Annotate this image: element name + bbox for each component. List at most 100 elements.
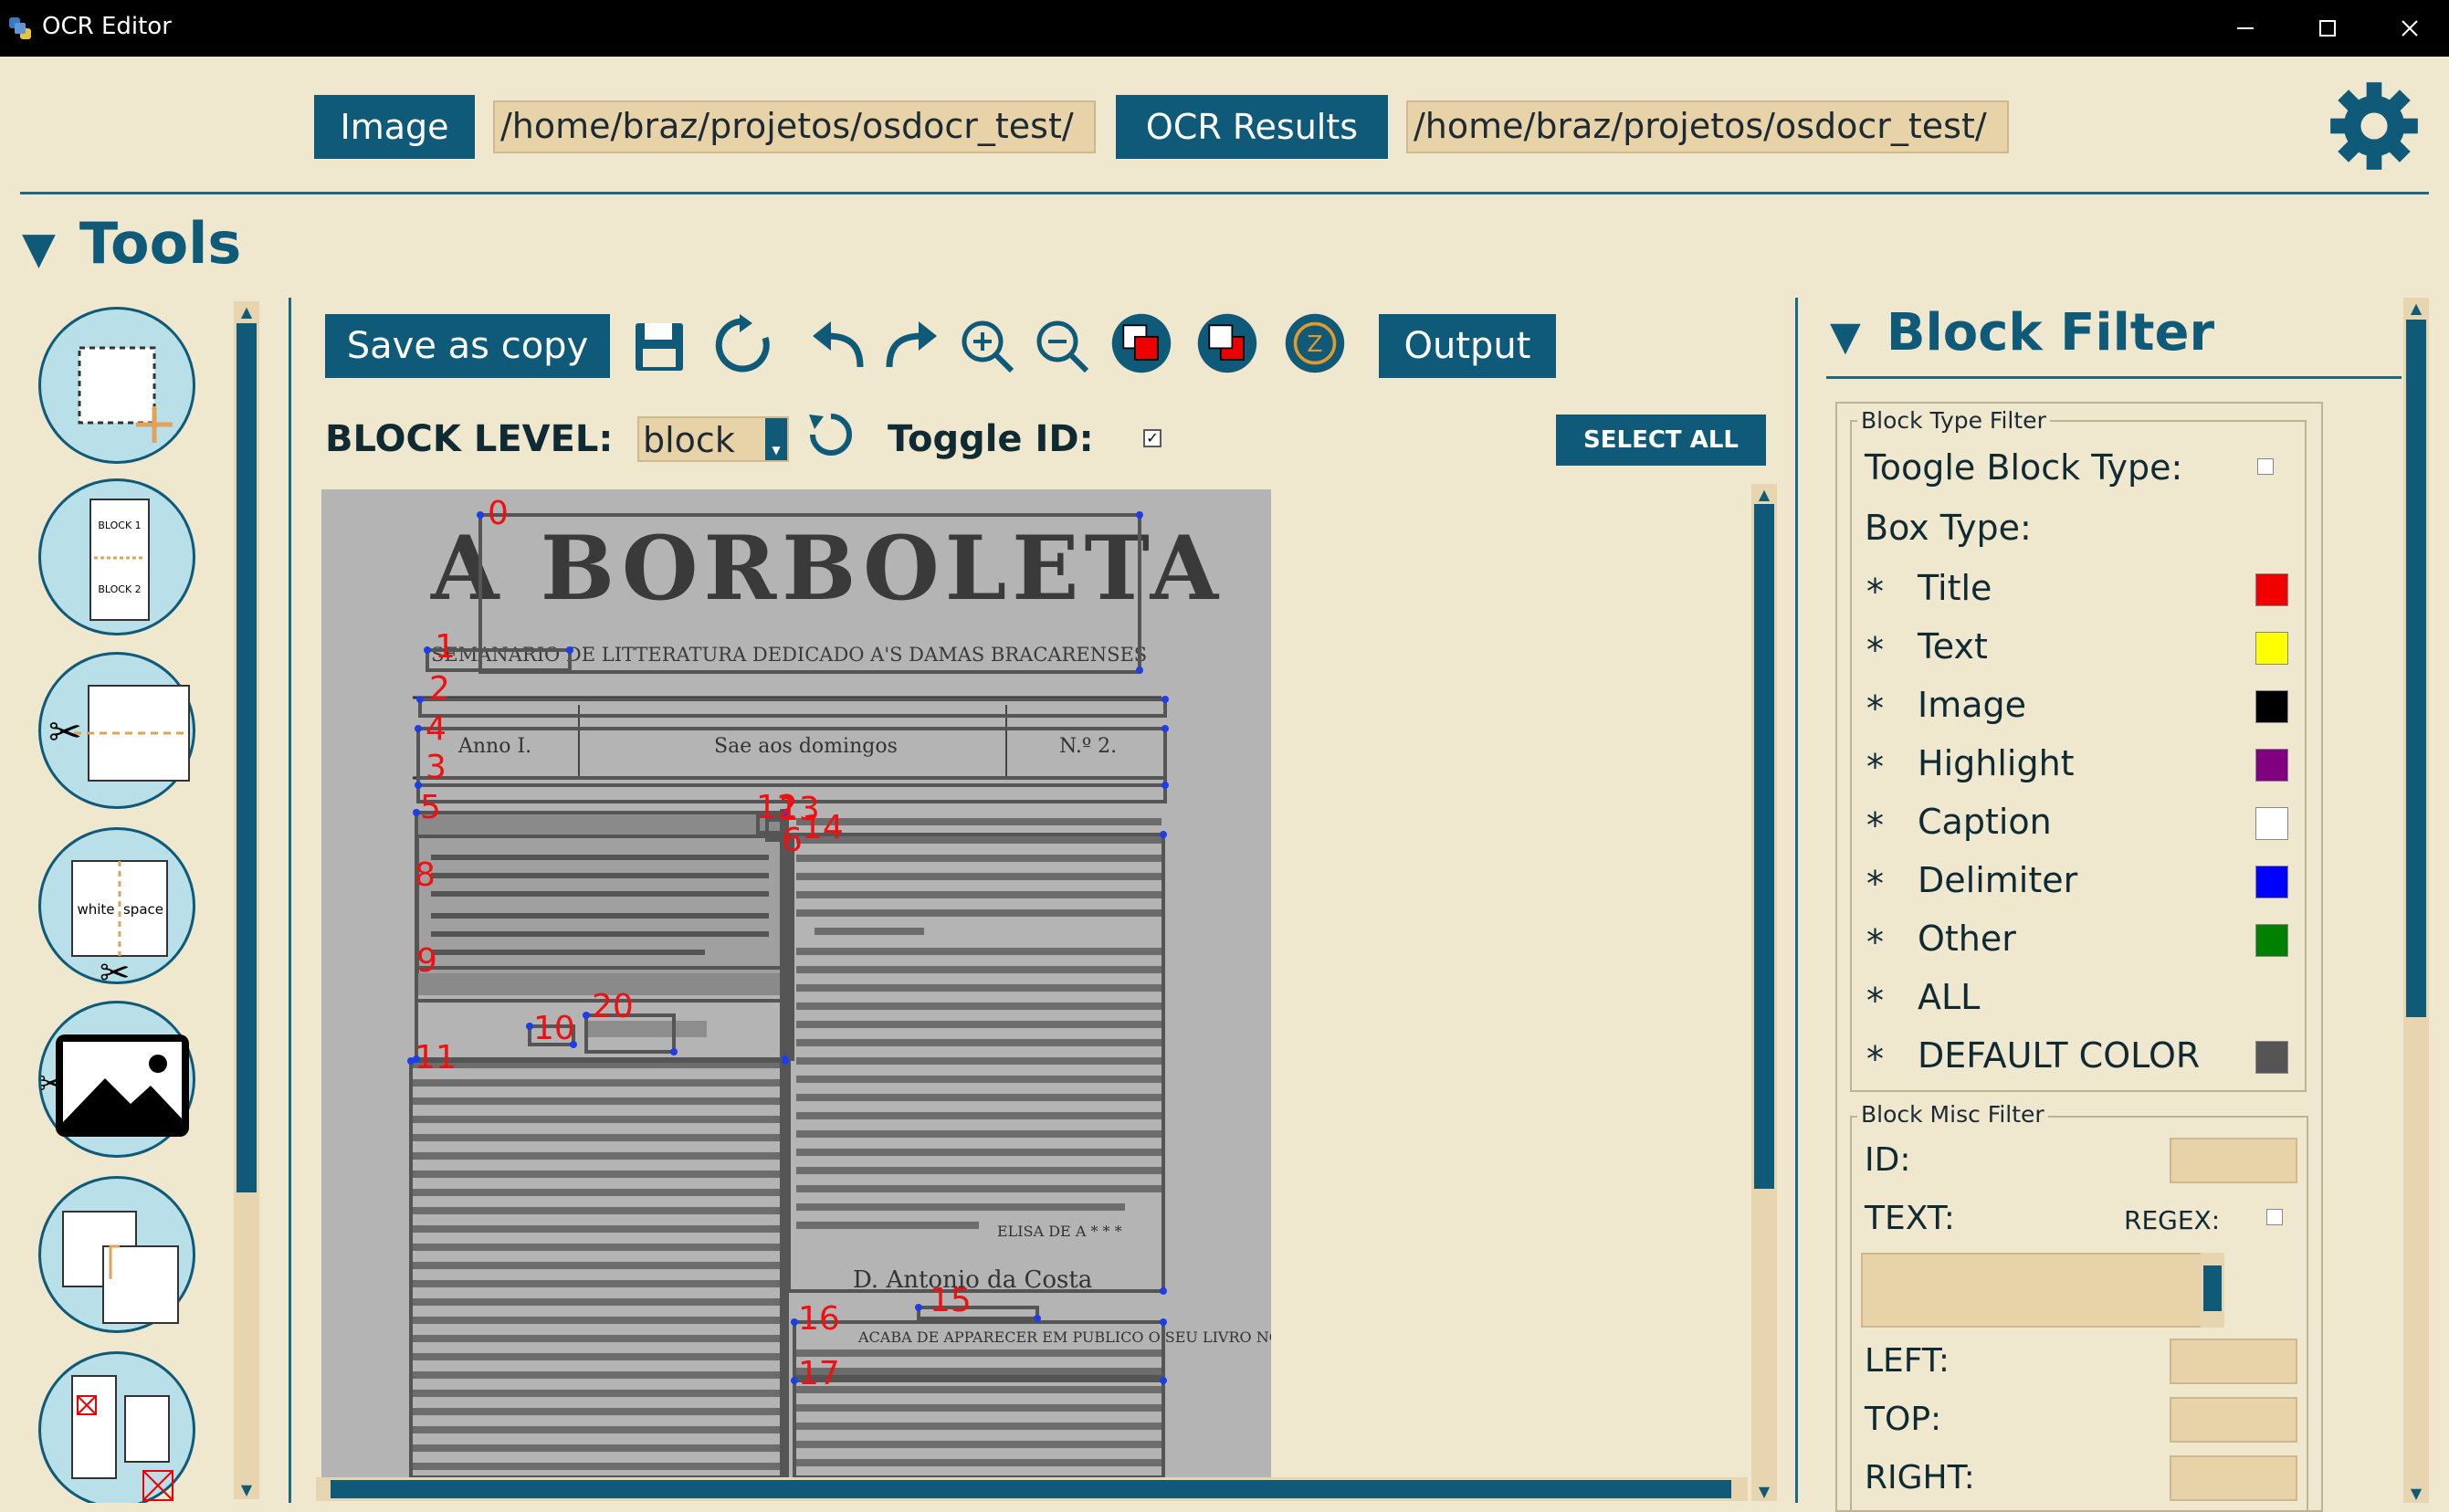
scroll-down-icon[interactable]: ▼ <box>2403 1483 2429 1503</box>
ocr-results-path-field[interactable]: /home/braz/projetos/osdocr_test/ <box>1406 100 2009 153</box>
minimize-icon <box>2237 27 2254 29</box>
block-id-3: 3 <box>426 749 447 786</box>
scroll-down-icon[interactable]: ▼ <box>1751 1481 1777 1501</box>
type-bullet: * <box>1866 981 1884 1021</box>
maximize-button[interactable] <box>2296 7 2360 49</box>
block-id-1: 1 <box>435 628 456 666</box>
split-whitespace-tool[interactable]: white space ✂ <box>38 827 195 994</box>
svg-text:✂: ✂ <box>41 1066 65 1103</box>
tools-scroll-thumb[interactable] <box>236 323 257 1192</box>
reload-button[interactable] <box>712 314 774 376</box>
block-filter-scroll-thumb[interactable] <box>2406 320 2426 1017</box>
regex-checkbox[interactable] <box>2266 1209 2283 1225</box>
redo-button[interactable] <box>880 314 942 376</box>
layer-front-icon <box>1111 313 1172 373</box>
zoom-out-icon <box>1036 320 1089 373</box>
undo-button[interactable] <box>807 314 869 376</box>
zoom-in-button[interactable] <box>957 316 1019 378</box>
type-all-label[interactable]: ALL <box>1918 977 1980 1017</box>
save-button[interactable] <box>628 316 690 378</box>
tools-scrollbar[interactable]: ▲ ▼ <box>234 301 259 1499</box>
left-filter-label: LEFT: <box>1865 1342 1950 1380</box>
delete-blocks-tool[interactable] <box>38 1351 195 1503</box>
add-block-tool[interactable] <box>38 307 195 464</box>
block-filter-header[interactable]: ▼ Block Filter <box>1830 303 2214 362</box>
gear-icon[interactable] <box>2327 79 2422 173</box>
split-block-tool[interactable]: ✂ <box>38 652 195 809</box>
output-button[interactable]: Output <box>1379 314 1556 378</box>
join-blocks-icon: BLOCK 1 BLOCK 2 <box>89 499 150 621</box>
join-blocks-tool[interactable]: BLOCK 1 BLOCK 2 <box>38 478 195 635</box>
id-filter-input[interactable] <box>2170 1138 2297 1183</box>
block-type-filter-legend: Block Type Filter <box>1857 407 2050 434</box>
toggle-id-checkbox[interactable]: ✓ <box>1143 429 1161 447</box>
scroll-up-icon[interactable]: ▲ <box>1751 484 1777 504</box>
type-default-color-label[interactable]: DEFAULT COLOR <box>1918 1035 2200 1076</box>
default-color-swatch[interactable] <box>2255 1041 2288 1074</box>
type-highlight-label[interactable]: Highlight <box>1918 743 2075 783</box>
text-filter-textarea[interactable] <box>1861 1253 2202 1328</box>
type-other-label[interactable]: Other <box>1918 919 2016 959</box>
header-divider <box>20 192 2429 194</box>
text-color-swatch[interactable] <box>2255 632 2288 665</box>
canvas-hscroll-thumb[interactable] <box>331 1480 1731 1498</box>
masthead-text: A BORBOLETA <box>430 517 1224 620</box>
type-bullet: * <box>1866 864 1884 904</box>
close-icon <box>2402 20 2418 37</box>
right-divider <box>1795 298 1798 1503</box>
minimize-button[interactable] <box>2213 7 2277 49</box>
copy-block-tool[interactable] <box>38 1176 195 1333</box>
cut-image-tool[interactable]: ✂ <box>37 1001 195 1158</box>
zoom-in-icon <box>962 320 1014 373</box>
top-filter-input[interactable] <box>2170 1397 2297 1443</box>
add-block-icon <box>78 346 173 443</box>
right-filter-input[interactable] <box>2170 1455 2297 1501</box>
zoom-out-button[interactable] <box>1032 316 1094 378</box>
highlight-color-swatch[interactable] <box>2255 749 2288 782</box>
block-filter-scrollbar[interactable]: ▲ ▼ <box>2403 298 2429 1503</box>
tools-header[interactable]: ▼ Tools <box>22 210 241 277</box>
scroll-down-icon[interactable]: ▼ <box>234 1479 259 1499</box>
block-level-select[interactable]: block ▼ <box>637 416 789 462</box>
blocks-front-button[interactable] <box>1110 312 1172 374</box>
canvas-vscroll-thumb[interactable] <box>1754 504 1774 1189</box>
ocr-results-button[interactable]: OCR Results <box>1116 95 1388 159</box>
textarea-scrollbar[interactable] <box>2201 1253 2224 1328</box>
type-bullet: * <box>1866 688 1884 729</box>
type-image-label[interactable]: Image <box>1918 685 2026 725</box>
image-path-field[interactable]: /home/braz/projetos/osdocr_test/ <box>493 100 1096 153</box>
type-text-label[interactable]: Text <box>1918 626 1988 667</box>
canvas-horizontal-scrollbar[interactable] <box>316 1477 1748 1501</box>
sae-text: Sae aos domingos <box>714 735 898 758</box>
document-page[interactable]: A BORBOLETA SEMANARIO DE LITTERATURA DED… <box>321 489 1271 1477</box>
image-color-swatch[interactable] <box>2255 690 2288 723</box>
left-filter-input[interactable] <box>2170 1339 2297 1384</box>
document-canvas[interactable]: A BORBOLETA SEMANARIO DE LITTERATURA DED… <box>321 489 1271 1477</box>
reset-z-button[interactable]: Z <box>1284 312 1346 374</box>
title-color-swatch[interactable] <box>2255 573 2288 606</box>
refresh-block-level-button[interactable] <box>805 409 857 460</box>
type-caption-label[interactable]: Caption <box>1918 802 2052 842</box>
toggle-block-type-checkbox[interactable] <box>2257 458 2274 475</box>
scroll-up-icon[interactable]: ▲ <box>2403 298 2429 318</box>
textarea-scroll-thumb[interactable] <box>2203 1265 2222 1311</box>
other-color-swatch[interactable] <box>2255 924 2288 957</box>
canvas-vertical-scrollbar[interactable]: ▲ ▼ <box>1751 484 1777 1501</box>
block-id-8: 8 <box>415 856 436 894</box>
block-id-17: 17 <box>798 1355 840 1392</box>
delimiter-color-swatch[interactable] <box>2255 866 2288 898</box>
image-button[interactable]: Image <box>314 95 475 159</box>
svg-text:✂: ✂ <box>48 709 82 756</box>
type-title-label[interactable]: Title <box>1918 568 1992 608</box>
caption-color-swatch[interactable] <box>2255 807 2288 840</box>
block-filter-title: Block Filter <box>1886 303 2215 362</box>
image-cut-icon: ✂ <box>37 1034 189 1137</box>
scroll-up-icon[interactable]: ▲ <box>234 301 259 321</box>
select-all-button[interactable]: SELECT ALL <box>1556 415 1766 466</box>
save-as-copy-button[interactable]: Save as copy <box>325 314 610 378</box>
blocks-back-button[interactable] <box>1196 312 1258 374</box>
block-id-5: 5 <box>420 789 441 826</box>
type-delimiter-label[interactable]: Delimiter <box>1918 860 2077 900</box>
dropdown-arrow-icon[interactable]: ▼ <box>765 418 787 460</box>
close-button[interactable] <box>2378 7 2442 49</box>
